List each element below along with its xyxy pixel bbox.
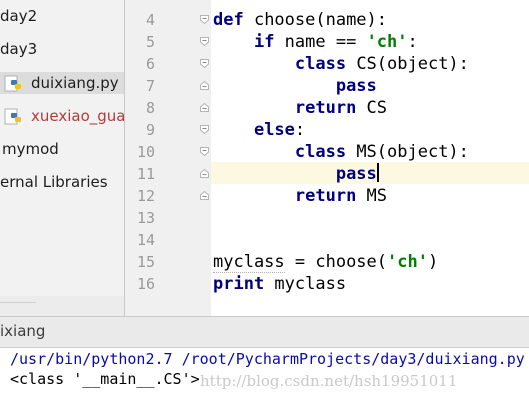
project-panel-footer [0,296,124,316]
code-line-16: print myclass [213,274,347,294]
code-line-8: return CS [294,98,388,118]
fold-open-icon[interactable] [200,147,209,156]
watermark-text: http://blog.csdn.net/hsh19951011 [200,372,458,390]
fold-end-icon[interactable] [200,103,209,112]
run-tab-title[interactable]: ixiang [0,322,45,340]
code-line-11: pass [335,163,379,184]
code-line-12: return MS [294,186,388,206]
line-number: 9 [145,121,155,139]
tree-item-external-libraries[interactable]: ernal Libraries [0,171,124,193]
line-number: 14 [136,231,155,249]
line-number: 8 [145,99,155,117]
code-line-7: pass [335,76,377,96]
tree-item-day3[interactable]: day3 [0,38,124,60]
line-number: 6 [145,55,155,73]
code-line-5: if name == 'ch': [253,32,418,52]
line-number: 10 [136,143,155,161]
tree-item-duixiang-py[interactable]: duixiang.py [0,72,124,94]
line-number: 7 [145,77,155,95]
divider [0,302,36,303]
code-line-4: def choose(name): [213,10,388,30]
tree-item-day2[interactable]: day2 [0,5,124,27]
python-file-icon [4,108,21,125]
line-number: 5 [145,33,155,51]
fold-open-icon[interactable] [200,15,209,24]
fold-open-icon[interactable] [200,59,209,68]
tree-item-xuexiao-gua[interactable]: xuexiao_gua [0,105,124,127]
code-editor[interactable]: def choose(name): if name == 'ch': class… [211,0,529,316]
tree-item-label: duixiang.py [31,74,119,92]
line-number: 12 [136,187,155,205]
tree-item-label: mymod [2,140,59,158]
python-file-icon [4,75,21,92]
code-line-9: else: [253,120,306,140]
console-command-line: /usr/bin/python2.7 /root/PycharmProjects… [10,350,525,368]
editor-gutter: 4 5 6 7 8 9 10 11 12 13 14 15 16 [124,0,211,316]
code-line-6: class CS(object): [294,54,469,74]
line-number: 16 [136,275,155,293]
tree-item-label: xuexiao_gua [31,107,124,125]
run-panel-header: ixiang [0,317,529,348]
code-line-10: class MS(object): [294,142,469,162]
fold-end-icon[interactable] [200,81,209,90]
line-number: 4 [145,11,155,29]
tree-item-label: day2 [0,7,38,25]
fold-end-icon[interactable] [200,169,209,178]
line-number: 11 [136,165,155,183]
fold-open-icon[interactable] [200,37,209,46]
fold-open-icon[interactable] [200,125,209,134]
console-output-line: <class '__main__.CS'> [10,370,200,388]
fold-end-icon[interactable] [200,191,209,200]
tree-item-label: ernal Libraries [0,173,108,191]
line-number: 15 [136,253,155,271]
tree-item-label: day3 [0,40,38,58]
tree-item-mymod[interactable]: mymod [0,138,124,160]
line-number: 13 [136,209,155,227]
code-line-15: myclass = choose('ch') [213,252,439,273]
text-caret [376,163,379,182]
project-tree-panel: day2 day3 duixiang.py xuexiao_gua mymod … [0,0,124,316]
